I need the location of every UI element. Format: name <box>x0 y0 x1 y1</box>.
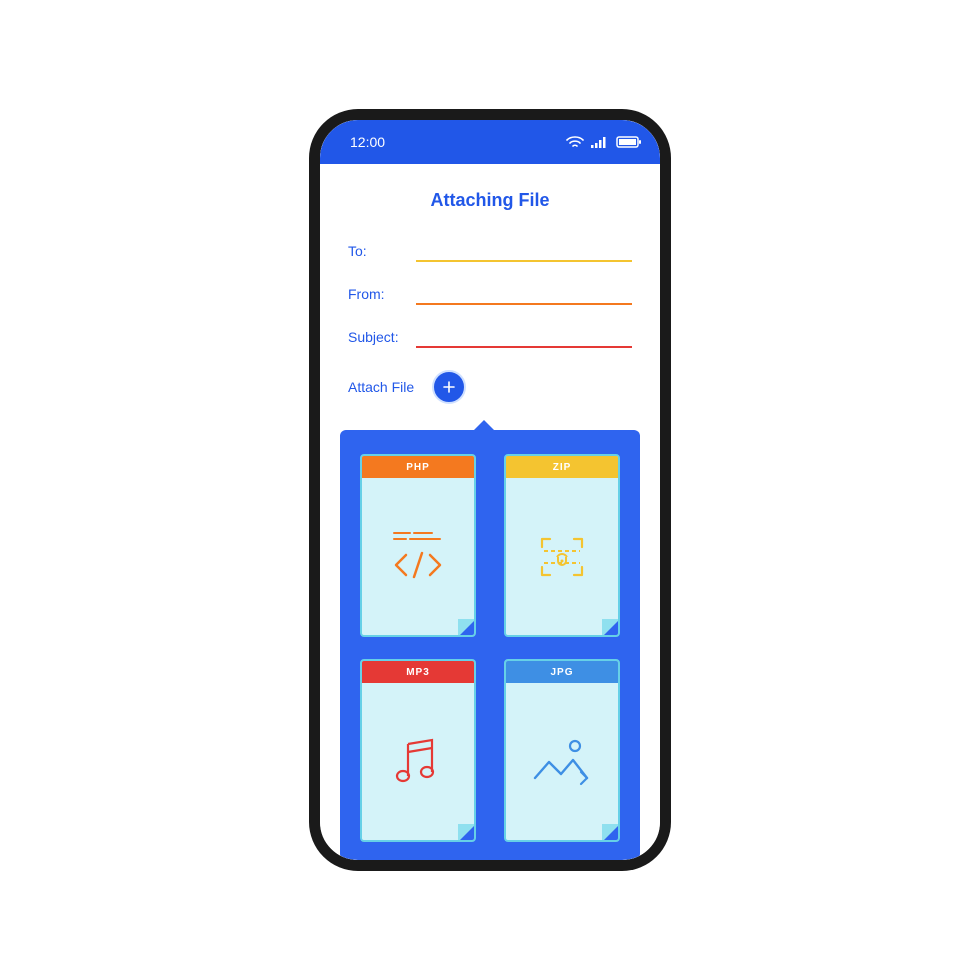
phone-frame: 12:00 <box>310 110 670 870</box>
attach-row: Attach File <box>348 370 632 404</box>
image-icon <box>506 683 618 840</box>
screen: 12:00 <box>320 120 660 860</box>
attach-file-button[interactable] <box>432 370 466 404</box>
archive-icon <box>506 478 618 635</box>
from-input[interactable] <box>416 284 632 305</box>
compose-form: Attaching File To: From: Subject: Attach… <box>320 164 660 404</box>
file-type-mp3[interactable]: MP3 <box>360 659 476 842</box>
status-icons <box>566 135 642 149</box>
file-type-zip[interactable]: ZIP <box>504 454 620 637</box>
plus-icon <box>442 380 456 394</box>
file-type-label: JPG <box>506 661 618 683</box>
battery-icon <box>616 135 642 149</box>
page-title: Attaching File <box>348 190 632 211</box>
subject-input[interactable] <box>416 327 632 348</box>
file-type-label: ZIP <box>506 456 618 478</box>
file-type-php[interactable]: PHP <box>360 454 476 637</box>
file-type-panel: PHP <box>340 430 640 860</box>
status-time: 12:00 <box>350 134 385 150</box>
attach-file-label: Attach File <box>348 379 414 395</box>
subject-row: Subject: <box>348 327 632 348</box>
signal-icon <box>590 135 610 149</box>
file-type-panel-wrap: PHP <box>320 404 660 860</box>
code-icon <box>362 478 474 635</box>
from-row: From: <box>348 284 632 305</box>
wifi-icon <box>566 135 584 149</box>
file-type-jpg[interactable]: JPG <box>504 659 620 842</box>
file-type-label: PHP <box>362 456 474 478</box>
to-label: To: <box>348 243 404 262</box>
music-note-icon <box>362 683 474 840</box>
from-label: From: <box>348 286 404 305</box>
status-bar: 12:00 <box>320 120 660 164</box>
to-input[interactable] <box>416 241 632 262</box>
file-type-label: MP3 <box>362 661 474 683</box>
to-row: To: <box>348 241 632 262</box>
subject-label: Subject: <box>348 329 404 348</box>
